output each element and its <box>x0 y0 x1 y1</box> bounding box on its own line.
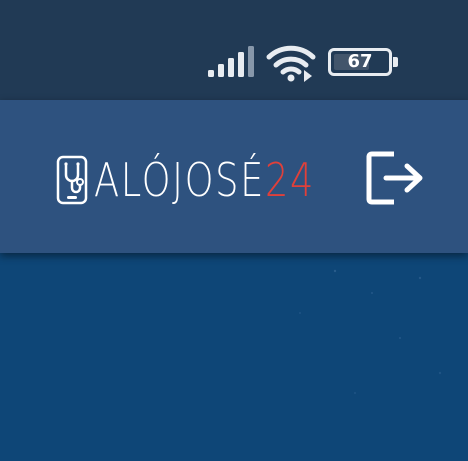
logout-icon[interactable] <box>366 150 426 206</box>
app-header: ALÓJOSÉ24 <box>0 100 468 253</box>
stethoscope-icon <box>56 155 88 205</box>
battery-level: 67 <box>347 51 373 72</box>
app-logo-wordmark: ALÓJOSÉ24 <box>94 152 315 208</box>
status-bar: 67 <box>0 0 468 100</box>
cellular-signal-icon <box>208 46 254 77</box>
battery-icon: 67 <box>328 48 398 76</box>
background-texture <box>299 269 442 394</box>
app-screen: 67 ALÓJOSÉ24 <box>0 0 468 461</box>
logo-main-text: ALÓJOSÉ <box>94 153 265 207</box>
logo-accent-text: 24 <box>264 153 315 207</box>
app-logo: ALÓJOSÉ24 <box>56 152 370 208</box>
wifi-icon <box>266 45 316 82</box>
